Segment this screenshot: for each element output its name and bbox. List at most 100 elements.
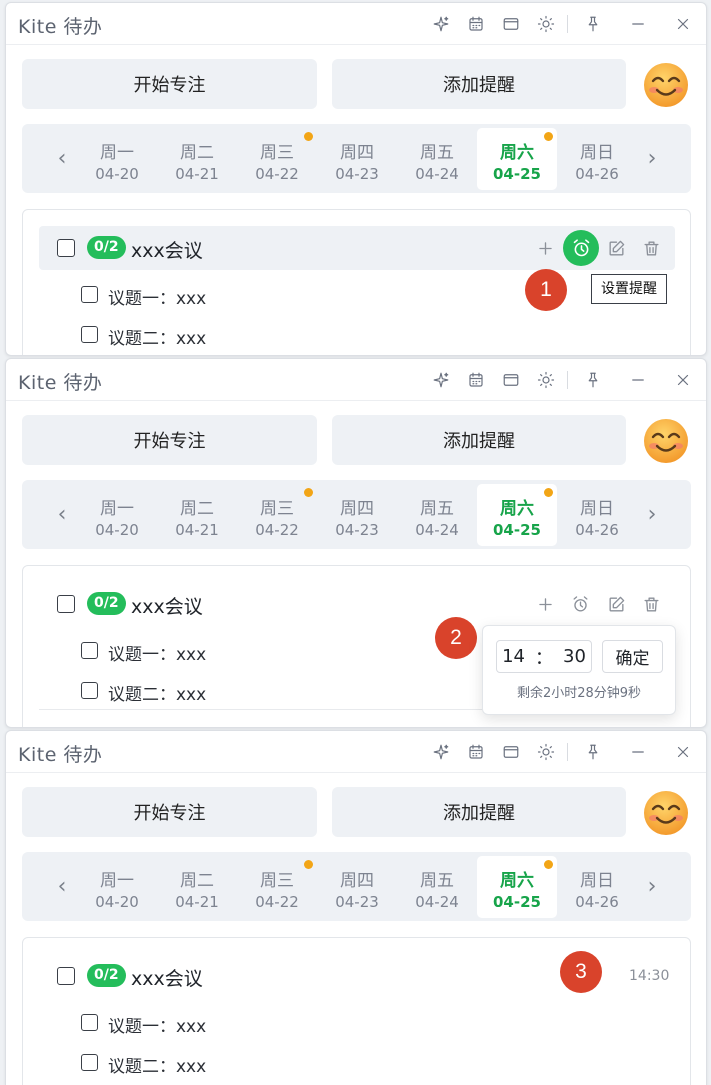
week-selector: ‹ 周一 04-20 周二 04-21 周三 04-22 周四 04-23 周五 04-2…: [22, 852, 691, 921]
pin-icon[interactable]: [582, 13, 604, 35]
task-checkbox[interactable]: [57, 239, 75, 257]
day-wed[interactable]: 周三 04-22: [237, 484, 317, 546]
add-subtask-icon[interactable]: [534, 237, 556, 259]
day-mon[interactable]: 周一 04-20: [77, 856, 157, 918]
day-thu[interactable]: 周四 04-23: [317, 856, 397, 918]
day-thu[interactable]: 周四 04-23: [317, 128, 397, 190]
day-thu[interactable]: 周四 04-23: [317, 484, 397, 546]
sparkle-icon[interactable]: [430, 369, 452, 391]
calendar-icon[interactable]: [465, 741, 487, 763]
app-window-step-2: Kite 待办 开始专注 添加提醒 ‹ 周一 04-20 周二 04-21 周三 04…: [5, 358, 707, 728]
title-bar[interactable]: Kite 待办: [6, 3, 706, 45]
time-separator: ：: [535, 647, 553, 669]
title-bar[interactable]: Kite 待办: [6, 359, 706, 401]
day-tue[interactable]: 周二 04-21: [157, 484, 237, 546]
smiley-avatar-icon[interactable]: [642, 61, 690, 109]
pin-icon[interactable]: [582, 369, 604, 391]
start-focus-button[interactable]: 开始专注: [22, 415, 317, 465]
start-focus-button[interactable]: 开始专注: [22, 59, 317, 109]
reminder-popover: 14 ： 30 确定 剩余2小时28分钟9秒: [482, 625, 676, 715]
time-picker[interactable]: 14 ： 30: [496, 640, 592, 673]
edit-icon[interactable]: [605, 593, 627, 615]
step-marker: 1: [525, 269, 567, 311]
subtask-checkbox[interactable]: [81, 286, 98, 303]
alarm-clock-icon[interactable]: [569, 593, 591, 615]
sun-icon[interactable]: [535, 369, 557, 391]
day-sat-selected[interactable]: 周六 04-25: [477, 856, 557, 918]
calendar-icon[interactable]: [465, 369, 487, 391]
minute-value[interactable]: 30: [563, 646, 586, 667]
close-icon[interactable]: [672, 13, 694, 35]
day-tue[interactable]: 周二 04-21: [157, 856, 237, 918]
task-checkbox[interactable]: [57, 967, 75, 985]
calendar-icon[interactable]: [465, 13, 487, 35]
day-mon[interactable]: 周一 04-20: [77, 128, 157, 190]
task-row[interactable]: 0/2 xxx会议: [39, 226, 675, 270]
edit-icon[interactable]: [605, 237, 627, 259]
prev-week-chevron-icon[interactable]: ‹: [52, 874, 72, 899]
day-tue[interactable]: 周二 04-21: [157, 128, 237, 190]
day-sun[interactable]: 周日 04-26: [557, 128, 637, 190]
subtask-checkbox[interactable]: [81, 642, 98, 659]
subtask-checkbox[interactable]: [81, 1054, 98, 1071]
next-week-chevron-icon[interactable]: ›: [642, 146, 662, 171]
prev-week-chevron-icon[interactable]: ‹: [52, 146, 72, 171]
close-icon[interactable]: [672, 369, 694, 391]
task-title[interactable]: xxx会议: [131, 964, 203, 991]
day-fri[interactable]: 周五 04-24: [397, 484, 477, 546]
start-focus-button[interactable]: 开始专注: [22, 787, 317, 837]
minimize-icon[interactable]: [627, 13, 649, 35]
minimize-icon[interactable]: [627, 741, 649, 763]
task-checkbox[interactable]: [57, 595, 75, 613]
subtask-checkbox[interactable]: [81, 326, 98, 343]
day-fri[interactable]: 周五 04-24: [397, 128, 477, 190]
hour-value[interactable]: 14: [502, 646, 525, 667]
day-mon[interactable]: 周一 04-20: [77, 484, 157, 546]
trash-icon[interactable]: [640, 593, 662, 615]
add-reminder-button[interactable]: 添加提醒: [332, 415, 626, 465]
app-window-step-1: Kite 待办 开始专注 添加提醒 ‹ 周一 04-20 周二 04-21 周三 04…: [5, 2, 707, 356]
task-title[interactable]: xxx会议: [131, 592, 203, 619]
trash-icon[interactable]: [640, 237, 662, 259]
prev-week-chevron-icon[interactable]: ‹: [52, 502, 72, 527]
day-sat-selected[interactable]: 周六 04-25: [477, 128, 557, 190]
sparkle-icon[interactable]: [430, 741, 452, 763]
add-reminder-button[interactable]: 添加提醒: [332, 787, 626, 837]
smiley-avatar-icon[interactable]: [642, 789, 690, 837]
has-task-dot: [304, 488, 313, 497]
minimize-icon[interactable]: [627, 369, 649, 391]
window-icon[interactable]: [500, 741, 522, 763]
task-title[interactable]: xxx会议: [131, 236, 203, 263]
sun-icon[interactable]: [535, 13, 557, 35]
sparkle-icon[interactable]: [430, 13, 452, 35]
confirm-button[interactable]: 确定: [602, 640, 663, 673]
next-week-chevron-icon[interactable]: ›: [642, 502, 662, 527]
day-sat-selected[interactable]: 周六 04-25: [477, 484, 557, 546]
step-marker: 3: [560, 951, 602, 993]
title-bar-divider: [567, 15, 568, 33]
step-marker: 2: [435, 617, 477, 659]
alarm-clock-icon[interactable]: [563, 230, 599, 266]
window-icon[interactable]: [500, 13, 522, 35]
has-task-dot: [304, 132, 313, 141]
close-icon[interactable]: [672, 741, 694, 763]
day-sun[interactable]: 周日 04-26: [557, 484, 637, 546]
subtask-checkbox[interactable]: [81, 1014, 98, 1031]
add-reminder-button[interactable]: 添加提醒: [332, 59, 626, 109]
add-subtask-icon[interactable]: [534, 593, 556, 615]
smiley-avatar-icon[interactable]: [642, 417, 690, 465]
title-bar[interactable]: Kite 待办: [6, 731, 706, 773]
app-title: Kite 待办: [18, 372, 103, 394]
sun-icon[interactable]: [535, 741, 557, 763]
subtask-checkbox[interactable]: [81, 682, 98, 699]
day-wed[interactable]: 周三 04-22: [237, 856, 317, 918]
day-wed[interactable]: 周三 04-22: [237, 128, 317, 190]
window-icon[interactable]: [500, 369, 522, 391]
reminder-time-label: 14:30: [629, 968, 670, 984]
day-sun[interactable]: 周日 04-26: [557, 856, 637, 918]
task-row[interactable]: 0/2 xxx会议: [39, 582, 675, 626]
pin-icon[interactable]: [582, 741, 604, 763]
next-week-chevron-icon[interactable]: ›: [642, 874, 662, 899]
title-bar-divider: [567, 743, 568, 761]
day-fri[interactable]: 周五 04-24: [397, 856, 477, 918]
